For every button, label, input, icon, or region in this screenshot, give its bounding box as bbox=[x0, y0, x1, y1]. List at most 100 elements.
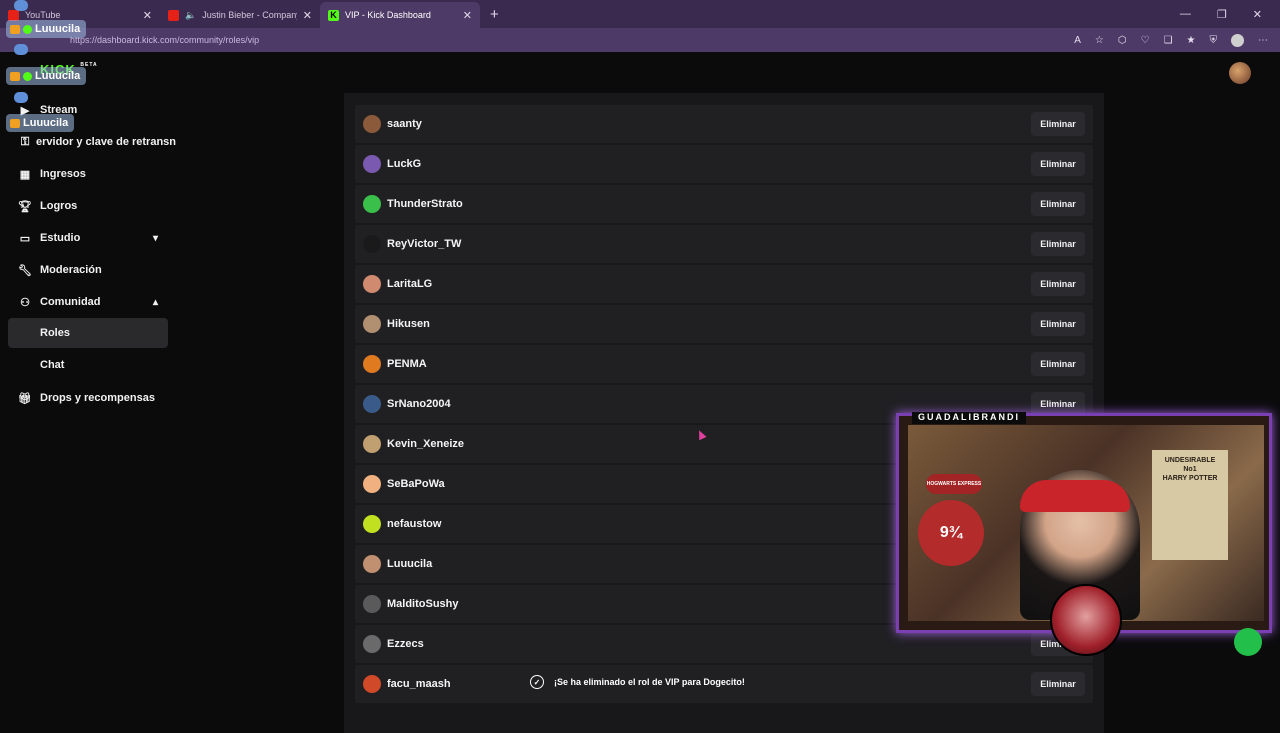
sidebar-item-roles[interactable]: Roles bbox=[8, 318, 168, 348]
close-window-icon[interactable]: ✕ bbox=[1253, 8, 1262, 21]
remove-vip-button[interactable]: Eliminar bbox=[1031, 672, 1085, 696]
kick-icon: K bbox=[328, 9, 339, 21]
username[interactable]: Ezzecs bbox=[387, 638, 424, 650]
sidebar-item-drops[interactable]: 🎁︎ Drops y recompensas bbox=[8, 384, 168, 412]
avatar bbox=[363, 555, 381, 573]
table-row: Hikusen Eliminar bbox=[355, 305, 1093, 343]
restore-icon[interactable]: ❐ bbox=[1217, 8, 1227, 21]
remove-vip-button[interactable]: Eliminar bbox=[1031, 272, 1085, 296]
sidebar-item-ingresos[interactable]: ▦ Ingresos bbox=[8, 160, 168, 188]
favorite-icon[interactable]: ☆ bbox=[1095, 35, 1104, 46]
remove-vip-button[interactable]: Eliminar bbox=[1031, 152, 1085, 176]
overlay-chat-name: Luuucila bbox=[6, 67, 87, 85]
username[interactable]: Kevin_Xeneize bbox=[387, 438, 464, 450]
close-icon[interactable]: ✕ bbox=[463, 9, 472, 22]
username[interactable]: PENMA bbox=[387, 358, 427, 370]
username[interactable]: ThunderStrato bbox=[387, 198, 463, 210]
avatar bbox=[363, 195, 381, 213]
username[interactable]: nefaustow bbox=[387, 518, 441, 530]
username[interactable]: saanty bbox=[387, 118, 422, 130]
overlay-name-text: Luuucila bbox=[23, 117, 69, 129]
window-controls: — ❐ ✕ bbox=[1180, 8, 1280, 21]
table-row: ReyVictor_TW Eliminar bbox=[355, 225, 1093, 263]
badge-icon bbox=[10, 24, 20, 34]
favorites-bar-icon[interactable]: ★ bbox=[1187, 35, 1196, 46]
username[interactable]: LuckG bbox=[387, 158, 421, 170]
username[interactable]: facu_maash bbox=[387, 678, 451, 690]
avatar bbox=[363, 355, 381, 373]
remove-vip-button[interactable]: Eliminar bbox=[1031, 192, 1085, 216]
table-row: LuckG Eliminar bbox=[355, 145, 1093, 183]
avatar bbox=[363, 275, 381, 293]
badge-icon bbox=[10, 118, 20, 128]
badge-icon bbox=[10, 71, 20, 81]
new-tab-button[interactable]: + bbox=[490, 6, 499, 23]
avatar bbox=[363, 595, 381, 613]
user-avatar[interactable] bbox=[1229, 62, 1251, 84]
wrench-icon: 🔧︎ bbox=[18, 264, 32, 277]
sidebar-item-label: Roles bbox=[40, 327, 70, 339]
username[interactable]: Hikusen bbox=[387, 318, 430, 330]
sidebar-item-label: Drops y recompensas bbox=[40, 392, 155, 404]
avatar bbox=[363, 395, 381, 413]
avatar bbox=[363, 235, 381, 253]
remove-vip-button[interactable]: Eliminar bbox=[1031, 312, 1085, 336]
close-icon[interactable]: ✕ bbox=[143, 9, 152, 22]
username[interactable]: Luuucila bbox=[387, 558, 432, 570]
check-icon: ✓ bbox=[530, 675, 544, 689]
browser-tab-bar: YouTube ✕ 🔈 Justin Bieber - Company - Yo… bbox=[0, 0, 1280, 28]
table-row: saanty Eliminar bbox=[355, 105, 1093, 143]
toast-notification: ✓ ¡Se ha eliminado el rol de VIP para Do… bbox=[522, 668, 762, 696]
username[interactable]: LaritaLG bbox=[387, 278, 432, 290]
chat-bubble-icon bbox=[14, 0, 28, 11]
avatar bbox=[363, 155, 381, 173]
undesirable-poster: UNDESIRABLE No1 HARRY POTTER bbox=[1152, 450, 1228, 560]
tab-justin-bieber[interactable]: 🔈 Justin Bieber - Company - You ✕ bbox=[160, 2, 320, 28]
more-icon[interactable]: ⋯ bbox=[1258, 35, 1268, 46]
streamer-avatar bbox=[1050, 584, 1122, 656]
browser-essentials-icon[interactable]: ♡ bbox=[1141, 35, 1150, 46]
trophy-icon: 🏆︎ bbox=[18, 200, 32, 213]
sidebar-item-label: Ingresos bbox=[40, 168, 86, 180]
remove-vip-button[interactable]: Eliminar bbox=[1031, 232, 1085, 256]
close-icon[interactable]: ✕ bbox=[303, 9, 312, 22]
sidebar-item-comunidad[interactable]: ⚇ Comunidad ▴ bbox=[8, 288, 168, 316]
youtube-icon bbox=[8, 9, 19, 21]
username[interactable]: SeBaPoWa bbox=[387, 478, 445, 490]
avatar bbox=[363, 675, 381, 693]
shield-icon[interactable]: ⛨ bbox=[1210, 35, 1218, 46]
tab-title: VIP - Kick Dashboard bbox=[345, 10, 431, 20]
sidebar-item-label: Comunidad bbox=[40, 296, 101, 308]
sidebar-item-server-key[interactable]: ⚿ ervidor y clave de retransn bbox=[0, 128, 190, 156]
collections-icon[interactable]: ❏ bbox=[1164, 35, 1173, 46]
extensions-icon[interactable]: ⬡ bbox=[1118, 35, 1127, 46]
address-bar: https://dashboard.kick.com/community/rol… bbox=[0, 28, 1280, 52]
chart-icon: ▦ bbox=[19, 168, 31, 181]
sidebar-item-chat[interactable]: Chat bbox=[8, 350, 168, 380]
username[interactable]: SrNano2004 bbox=[387, 398, 451, 410]
minimize-icon[interactable]: — bbox=[1180, 8, 1191, 21]
tab-title: YouTube bbox=[25, 10, 61, 20]
profile-avatar[interactable] bbox=[1231, 33, 1244, 47]
tab-title: Justin Bieber - Company - You bbox=[202, 10, 297, 20]
avatar bbox=[363, 515, 381, 533]
read-aloud-icon[interactable]: A bbox=[1074, 35, 1081, 46]
remove-vip-button[interactable]: Eliminar bbox=[1031, 352, 1085, 376]
online-dot-icon bbox=[23, 71, 32, 81]
username[interactable]: MalditoSushy bbox=[387, 598, 459, 610]
avatar bbox=[363, 315, 381, 333]
platform-sign: 9¾ bbox=[918, 500, 984, 566]
tab-kick-dashboard[interactable]: K VIP - Kick Dashboard ✕ bbox=[320, 2, 480, 28]
overlay-name-text: Luuucila bbox=[35, 23, 81, 35]
chevron-down-icon: ▾ bbox=[152, 232, 158, 244]
url-input[interactable]: https://dashboard.kick.com/community/rol… bbox=[70, 35, 259, 45]
sidebar-item-logros[interactable]: 🏆︎ Logros bbox=[8, 192, 168, 220]
remove-vip-button[interactable]: Eliminar bbox=[1031, 112, 1085, 136]
sidebar-item-label: Estudio bbox=[40, 232, 81, 244]
sidebar-item-estudio[interactable]: ▭ Estudio ▾ bbox=[8, 224, 168, 252]
toolbar-icons: A ☆ ⬡ ♡ ❏ ★ ⛨ ⋯ bbox=[1074, 33, 1280, 47]
sidebar-item-moderacion[interactable]: 🔧︎ Moderación bbox=[8, 256, 168, 284]
status-dot-icon bbox=[1234, 628, 1262, 656]
speaker-icon[interactable]: 🔈 bbox=[185, 10, 196, 21]
username[interactable]: ReyVictor_TW bbox=[387, 238, 461, 250]
